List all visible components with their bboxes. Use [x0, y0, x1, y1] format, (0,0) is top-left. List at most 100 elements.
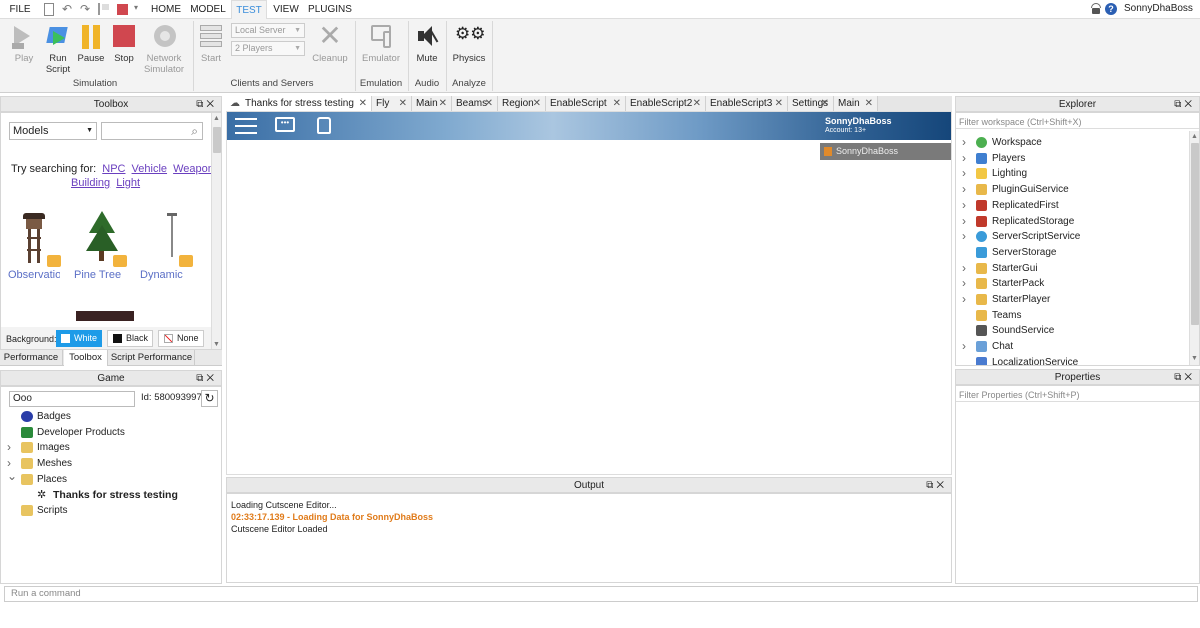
suggestion-npc[interactable]: NPC	[102, 163, 125, 175]
close-icon[interactable]: ✕	[693, 96, 701, 111]
server-select[interactable]: Local Server ▼	[231, 23, 305, 38]
document-tab[interactable]: Region ✕	[498, 96, 546, 111]
player-list-entry[interactable]: SonnyDhaBoss	[820, 143, 951, 160]
stop-small-icon[interactable]	[117, 4, 128, 15]
tree-item[interactable]: ServerStorage	[956, 245, 1188, 260]
category-select[interactable]: Models ▼	[9, 122, 97, 140]
chat-icon[interactable]: •••	[275, 117, 295, 132]
game-search-input[interactable]: Ooo	[9, 391, 135, 407]
scroll-up-icon[interactable]: ▲	[213, 115, 220, 122]
robux-icon[interactable]	[1091, 3, 1101, 15]
start-button[interactable]: Start	[196, 23, 226, 64]
chevron-right-icon[interactable]: ›	[962, 151, 966, 166]
search-icon[interactable]: ⌕	[191, 124, 198, 139]
chevron-right-icon[interactable]: ›	[962, 229, 966, 244]
tree-item[interactable]: › Players	[956, 151, 1188, 166]
toolbox-scrollbar[interactable]: ▲ ▼	[211, 113, 221, 349]
document-tab[interactable]: EnableScript2 ✕	[626, 96, 706, 111]
scroll-down-icon[interactable]: ▼	[213, 341, 220, 348]
chevron-right-icon[interactable]: ›	[962, 261, 966, 276]
bg-black-button[interactable]: Black	[107, 330, 153, 347]
menu-file[interactable]: FILE	[6, 0, 34, 19]
menu-model[interactable]: MODEL	[189, 0, 227, 19]
toolbox-item-preview[interactable]	[76, 311, 134, 321]
suggestion-weapon[interactable]: Weapon	[173, 163, 214, 175]
tab-script-performance[interactable]: Script Performance	[109, 350, 195, 366]
suggestion-building[interactable]: Building	[71, 177, 110, 189]
document-tab[interactable]: Fly ✕	[372, 96, 412, 111]
help-icon[interactable]: ?	[1105, 3, 1117, 15]
document-tab[interactable]: Beams ✕	[452, 96, 498, 111]
network-simulator-button[interactable]: Network Simulator	[142, 23, 186, 75]
close-icon[interactable]: ✕	[439, 96, 447, 111]
game-tree-item[interactable]: Developer Products	[1, 425, 221, 440]
document-tab[interactable]: ☁ Thanks for stress testing ✕	[226, 96, 372, 111]
game-tree-item[interactable]: Scripts	[1, 503, 221, 518]
username-label[interactable]: SonnyDhaBoss	[1124, 3, 1193, 14]
scroll-thumb[interactable]	[213, 127, 221, 153]
chevron-right-icon[interactable]: ›	[962, 214, 966, 229]
tree-item[interactable]: LocalizationService	[956, 355, 1188, 365]
chevron-down-icon[interactable]: ⌄	[7, 469, 17, 484]
chevron-right-icon[interactable]: ›	[962, 339, 966, 354]
panel-controls-icon[interactable]: ⧉✕	[926, 478, 947, 493]
tree-item[interactable]: › ServerScriptService	[956, 229, 1188, 244]
bg-none-button[interactable]: None	[158, 330, 204, 347]
game-tree-item[interactable]: › Meshes	[1, 456, 221, 471]
undo-icon[interactable]: ↶	[62, 2, 72, 16]
tree-item[interactable]: › StarterPack	[956, 276, 1188, 291]
tree-item[interactable]: SoundService	[956, 323, 1188, 338]
chevron-right-icon[interactable]: ›	[962, 166, 966, 181]
scroll-down-icon[interactable]: ▼	[1191, 355, 1198, 362]
tree-item[interactable]: › ReplicatedStorage	[956, 214, 1188, 229]
chevron-right-icon[interactable]: ›	[962, 276, 966, 291]
chevron-right-icon[interactable]: ›	[962, 292, 966, 307]
close-icon[interactable]: ✕	[865, 96, 873, 111]
chevron-right-icon[interactable]: ›	[962, 198, 966, 213]
close-icon[interactable]: ✕	[821, 96, 829, 111]
panel-controls-icon[interactable]: ⧉✕	[1174, 370, 1195, 385]
document-tab[interactable]: Main ✕	[412, 96, 452, 111]
properties-filter-input[interactable]: Filter Properties (Ctrl+Shift+P)	[956, 388, 1199, 402]
backpack-icon[interactable]	[317, 117, 331, 134]
game-tree-item[interactable]: Badges	[1, 409, 221, 424]
close-icon[interactable]: ✕	[399, 96, 407, 111]
document-tab[interactable]: Main ✕	[834, 96, 878, 111]
play-button[interactable]: Play	[8, 23, 40, 64]
toolbox-item[interactable]: Observatio	[5, 209, 63, 285]
document-tab[interactable]: EnableScript3 ✕	[706, 96, 788, 111]
emulator-button[interactable]: Emulator	[360, 23, 402, 64]
panel-controls-icon[interactable]: ⧉✕	[196, 371, 217, 386]
cleanup-button[interactable]: ✕ Cleanup	[312, 22, 348, 65]
scroll-thumb[interactable]	[1191, 143, 1199, 325]
document-tab[interactable]: EnableScript ✕	[546, 96, 626, 111]
tree-item[interactable]: › Lighting	[956, 166, 1188, 181]
explorer-scrollbar[interactable]: ▲ ▼	[1189, 131, 1199, 365]
explorer-filter-input[interactable]: Filter workspace (Ctrl+Shift+X)	[956, 115, 1199, 129]
quick-access-dropdown-icon[interactable]: ▾	[134, 3, 138, 12]
redo-icon[interactable]: ↷	[80, 2, 90, 16]
new-file-icon[interactable]	[44, 3, 54, 16]
tree-item[interactable]: › PluginGuiService	[956, 182, 1188, 197]
bg-white-button[interactable]: White	[56, 330, 102, 347]
viewport[interactable]: ••• SonnyDhaBoss Account: 13+ SonnyDhaBo…	[226, 111, 952, 475]
command-bar-input[interactable]: Run a command	[4, 586, 1198, 602]
pause-button[interactable]: Pause	[76, 23, 106, 64]
run-script-button[interactable]: Run Script	[42, 23, 74, 75]
close-icon[interactable]: ✕	[359, 96, 367, 111]
stop-button[interactable]: Stop	[109, 23, 139, 64]
suggestion-vehicle[interactable]: Vehicle	[132, 163, 167, 175]
chevron-right-icon[interactable]: ›	[962, 182, 966, 197]
tree-item[interactable]: › StarterGui	[956, 261, 1188, 276]
scroll-up-icon[interactable]: ▲	[1191, 133, 1198, 140]
tab-performance[interactable]: Performance	[0, 350, 63, 366]
flag-icon[interactable]	[98, 3, 109, 15]
close-icon[interactable]: ✕	[533, 96, 541, 111]
game-tree-item[interactable]: › Images	[1, 440, 221, 455]
toolbox-item[interactable]: Dynamic	[137, 209, 199, 285]
physics-button[interactable]: ⚙⚙ Physics	[450, 23, 488, 64]
close-icon[interactable]: ✕	[775, 96, 783, 111]
chevron-right-icon[interactable]: ›	[962, 135, 966, 150]
menu-home[interactable]: HOME	[146, 0, 186, 19]
close-icon[interactable]: ✕	[485, 96, 493, 111]
